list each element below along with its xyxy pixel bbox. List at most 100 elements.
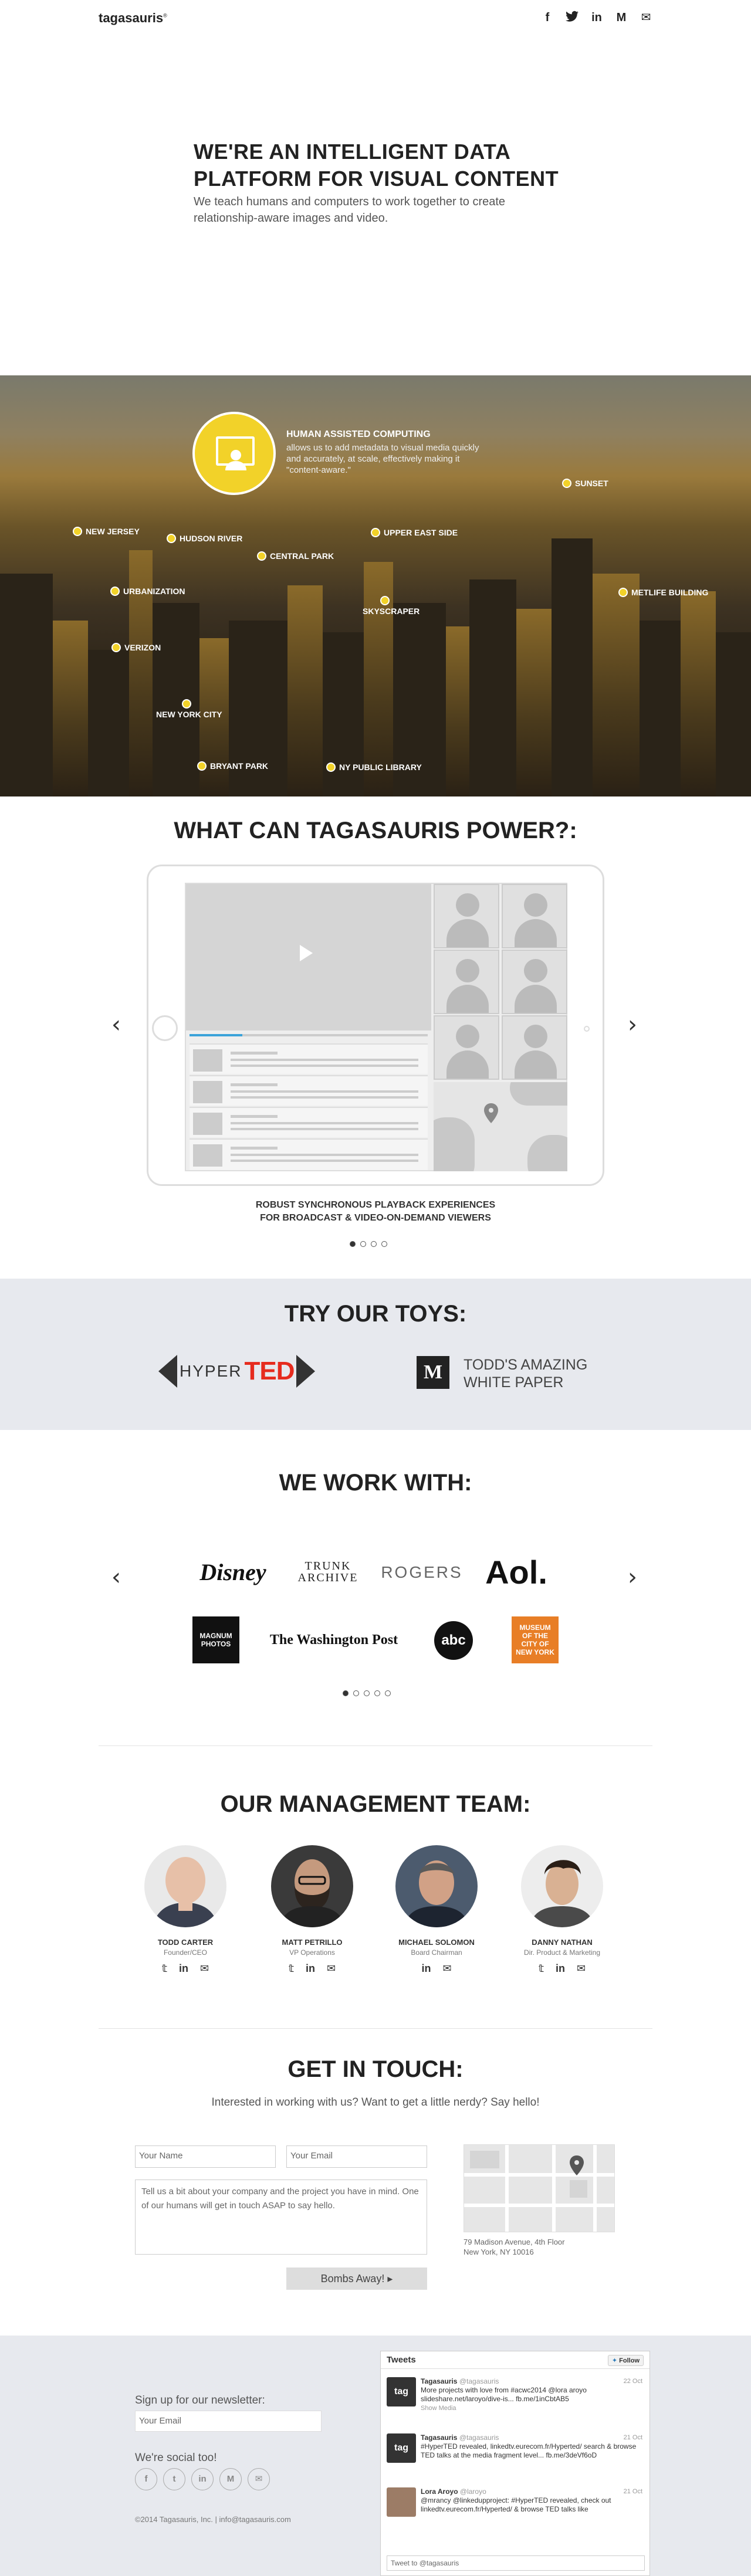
video-player[interactable] [186,884,431,1031]
twitter-icon[interactable]: 𝕥 [539,1962,544,1975]
location-map[interactable] [464,2144,615,2232]
facebook-icon[interactable]: f [135,2468,157,2490]
partners-next-arrow[interactable]: › [628,1564,637,1591]
facebook-icon[interactable]: f [541,11,554,26]
map-pin-metlife-building[interactable]: METLIFE BUILDING [618,588,708,597]
mail-icon[interactable]: ✉ [640,11,652,26]
mail-icon[interactable]: ✉ [200,1962,209,1975]
chevron-left-icon [158,1355,177,1388]
site-logo[interactable]: tagasauris® [99,11,167,26]
member-name: TODD CARTER [157,1938,214,1947]
avatar: tag [387,2377,416,2406]
linkedin-icon[interactable]: in [179,1962,188,1975]
map-pin-ny-public-library[interactable]: NY PUBLIC LIBRARY [326,762,422,772]
partner-logo-abc: abc [434,1621,473,1660]
divider [99,1745,652,1746]
email-field[interactable]: Your Email [286,2145,427,2168]
tablet-screen [185,883,567,1171]
tablet-mockup [147,865,604,1186]
twitter-icon[interactable]: 𝕥 [162,1962,167,1975]
social-label: We're social too! [135,2452,217,2464]
carousel-dot[interactable] [343,1690,349,1696]
partner-logo-washington-post: The Washington Post [269,1632,398,1648]
list-item [190,1107,428,1137]
linkedin-icon[interactable]: in [556,1962,565,1975]
site-footer: Sign up for our newsletter: Your Email W… [0,2336,751,2576]
office-address: 79 Madison Avenue, 4th Floor New York, N… [464,2238,565,2256]
play-icon[interactable] [300,945,313,961]
chevron-right-icon [296,1355,316,1388]
avatar-placeholder [502,1015,567,1080]
twitter-icon[interactable] [566,11,579,26]
power-carousel-dots [350,1241,387,1247]
map-pin-urbanization[interactable]: URBANIZATION [110,587,185,596]
map-pin-sunset[interactable]: SUNSET [562,479,608,488]
message-field[interactable]: Tell us a bit about your company and the… [135,2180,427,2255]
power-prev-arrow[interactable]: ‹ [111,1011,121,1038]
mail-icon[interactable]: ✉ [442,1962,451,1975]
carousel-dot[interactable] [364,1690,370,1696]
member-name: MICHAEL SOLOMON [398,1938,475,1947]
partners-prev-arrow[interactable]: ‹ [111,1564,121,1591]
show-media-link[interactable]: Show Media [421,2405,456,2412]
submit-button[interactable]: Bombs Away! ▸ [286,2267,427,2290]
newsletter-email-field[interactable]: Your Email [135,2411,322,2432]
twitter-icon: ✦ [611,2357,618,2364]
carousel-dot[interactable] [371,1241,377,1247]
list-item [190,1043,428,1074]
caret-right-icon: ▸ [387,2273,393,2284]
linkedin-icon[interactable]: in [590,11,603,26]
slide-caption: ROBUST SYNCHRONOUS PLAYBACK EXPERIENCES … [255,1200,496,1223]
hero-subtitle: We teach humans and computers to work to… [194,195,506,225]
map-pin-new-jersey[interactable]: NEW JERSEY [73,527,140,536]
map-pin-verizon[interactable]: VERIZON [111,643,161,652]
feature-title: HUMAN ASSISTED COMPUTING [286,429,431,439]
team-member-michael-solomon: MICHAEL SOLOMON Board Chairman in ✉ [384,1845,489,1975]
carousel-dot[interactable] [360,1241,366,1247]
avatar-placeholder [434,950,499,1014]
carousel-dot[interactable] [381,1241,387,1247]
video-progress-bar[interactable] [190,1034,428,1036]
member-name: MATT PETRILLO [282,1938,343,1947]
member-role: Board Chairman [411,1948,462,1957]
power-next-arrow[interactable]: › [628,1011,637,1038]
map-pin-bryant-park[interactable]: BRYANT PARK [197,761,268,771]
mail-icon[interactable]: ✉ [577,1962,586,1975]
hyperted-link[interactable]: HYPER TED [158,1355,316,1388]
white-paper-link[interactable]: TODD'S AMAZING WHITE PAPER [464,1356,587,1391]
map-pin-central-park[interactable]: CENTRAL PARK [257,551,334,561]
partner-logo-museum-city-ny: MUSEUM OF THE CITY OF NEW YORK [512,1616,559,1663]
name-field[interactable]: Your Name [135,2145,276,2168]
twitter-timeline: Tweets ✦ Follow tag Tagasauris @tagasaur… [380,2351,650,2576]
toys-title: TRY OUR TOYS: [284,1301,467,1327]
avatar-placeholder [502,884,567,948]
mail-icon[interactable]: ✉ [248,2468,270,2490]
map-pin-upper-east-side[interactable]: UPPER EAST SIDE [371,528,458,537]
tweet-compose-box[interactable]: Tweet to @tagasauris [387,2555,645,2571]
mail-icon[interactable]: ✉ [327,1962,336,1975]
map-pin-skyscraper[interactable]: SKYSCRAPER [363,596,420,616]
carousel-dot[interactable] [350,1241,356,1247]
contact-title: GET IN TOUCH: [287,2056,464,2082]
twitter-icon[interactable]: 𝕥 [289,1962,294,1975]
carousel-dot[interactable] [385,1690,391,1696]
medium-icon[interactable]: M [615,11,628,26]
partners-carousel-dots [343,1690,391,1696]
hyperted-ted-text: TED [244,1357,295,1385]
follow-button[interactable]: ✦ Follow [607,2355,644,2366]
white-paper-logo[interactable]: M [417,1356,449,1389]
avatar: tag [387,2433,416,2463]
linkedin-icon[interactable]: in [421,1962,431,1975]
map-pin-new-york-city[interactable]: NEW YORK CITY [156,699,222,719]
twitter-icon[interactable]: t [163,2468,185,2490]
avatar [144,1845,226,1927]
map-pin-hudson-river[interactable]: HUDSON RIVER [167,534,242,543]
feature-text: allows us to add metadata to visual medi… [286,443,479,475]
medium-icon[interactable]: M [219,2468,242,2490]
linkedin-icon[interactable]: in [191,2468,214,2490]
carousel-dot[interactable] [374,1690,380,1696]
linkedin-icon[interactable]: in [306,1962,315,1975]
carousel-dot[interactable] [353,1690,359,1696]
partner-logo-rogers: ROGERS [381,1563,463,1581]
partner-logo-disney: Disney [199,1558,266,1585]
